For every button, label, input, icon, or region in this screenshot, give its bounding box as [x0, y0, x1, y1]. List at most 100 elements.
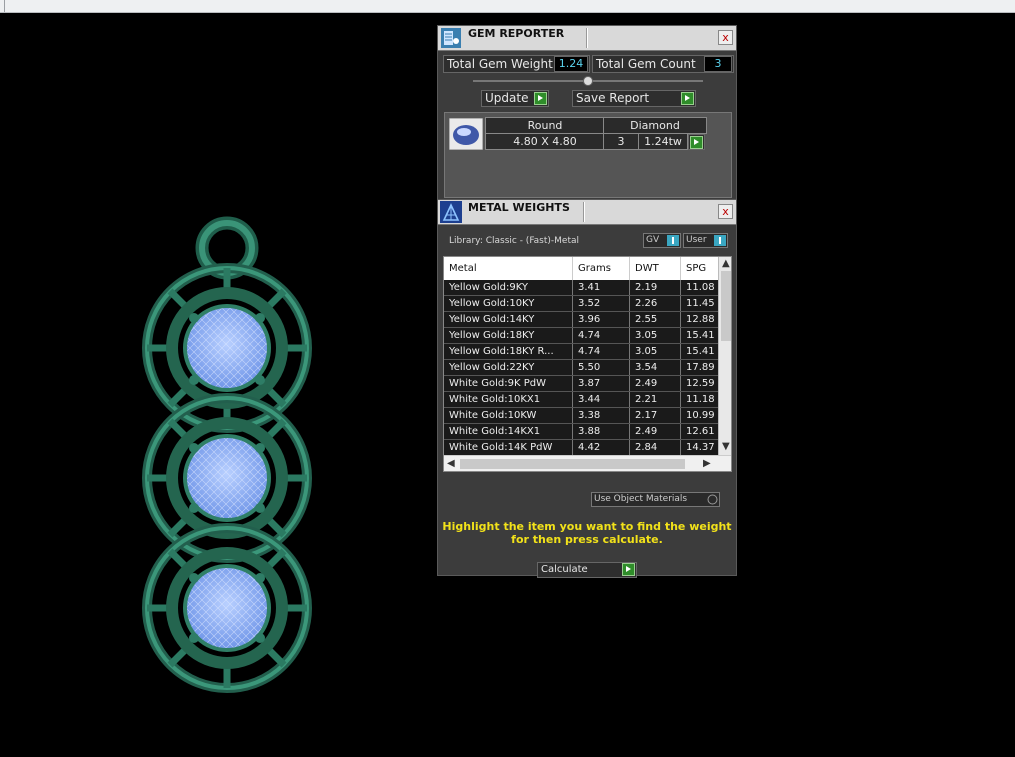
scroll-up-icon[interactable]: ▲ — [722, 258, 730, 270]
gem-reporter-title: GEM REPORTER — [468, 27, 565, 40]
horizontal-scrollbar[interactable]: ◀ ▶ — [444, 455, 731, 471]
horizontal-scroll-thumb[interactable] — [460, 459, 685, 469]
metal-weights-titlebar[interactable]: METAL WEIGHTS x — [438, 200, 736, 225]
save-report-button[interactable]: Save Report — [572, 90, 696, 107]
round-gem-icon[interactable] — [449, 118, 483, 150]
cell-metal: White Gold:10KW — [444, 408, 573, 423]
cell-metal: Yellow Gold:10KY — [444, 296, 573, 311]
table-row[interactable]: White Gold:10KW 3.38 2.17 10.99 — [444, 408, 721, 424]
cell-metal: White Gold:14K PdW — [444, 440, 573, 455]
table-row[interactable]: Yellow Gold:22KY 5.50 3.54 17.89 — [444, 360, 721, 376]
update-button[interactable]: Update — [481, 90, 549, 107]
total-gem-weight-text: Total Gem Weight — [447, 57, 553, 71]
use-object-materials-toggle[interactable]: Use Object Materials — [591, 492, 720, 507]
setting-bottom — [142, 523, 312, 693]
cell-dwt: 3.05 — [630, 328, 681, 343]
cell-dwt: 2.55 — [630, 312, 681, 327]
cell-metal: Yellow Gold:14KY — [444, 312, 573, 327]
metal-weights-icon — [440, 201, 462, 223]
table-row[interactable]: White Gold:10KX1 3.44 2.21 11.18 — [444, 392, 721, 408]
setting-top — [142, 263, 312, 433]
vertical-scroll-thumb[interactable] — [721, 271, 731, 341]
close-icon[interactable]: x — [718, 204, 733, 219]
cell-dwt: 2.21 — [630, 392, 681, 407]
cell-spg: 17.89 — [681, 360, 721, 375]
close-icon[interactable]: x — [718, 30, 733, 45]
save-report-label: Save Report — [576, 91, 650, 105]
cell-spg: 11.45 — [681, 296, 721, 311]
cell-dwt: 2.49 — [630, 424, 681, 439]
column-header-metal[interactable]: Metal — [444, 257, 573, 280]
table-row[interactable]: Yellow Gold:14KY 3.96 2.55 12.88 — [444, 312, 721, 328]
gem-weight-cell[interactable]: 1.24tw — [638, 133, 688, 150]
table-row[interactable]: Yellow Gold:18KY R... 4.74 3.05 15.41 — [444, 344, 721, 360]
gem-detail-button[interactable] — [688, 134, 705, 150]
table-row[interactable]: White Gold:14KX1 3.88 2.49 12.61 — [444, 424, 721, 440]
metal-weights-panel: METAL WEIGHTS x Library: Classic - (Fast… — [437, 199, 737, 578]
metal-weights-title: METAL WEIGHTS — [468, 201, 570, 214]
total-gem-count-text: Total Gem Count — [596, 57, 696, 71]
gv-label: GV — [646, 235, 660, 245]
total-gem-count-value: 3 — [704, 56, 732, 72]
table-row[interactable]: Yellow Gold:18KY 4.74 3.05 15.41 — [444, 328, 721, 344]
toolbar-edge — [0, 0, 5, 12]
gv-toggle[interactable]: GV — [643, 233, 681, 248]
gem-reporter-panel: GEM REPORTER x Total Gem Weight 1.24 Tot… — [437, 25, 737, 201]
cell-grams: 5.50 — [573, 360, 630, 375]
column-header-spg[interactable]: SPG — [681, 257, 721, 280]
gem-list-area: Round Diamond 4.80 X 4.80 3 1.24tw — [444, 112, 732, 198]
instruction-line-2: for then press calculate. — [511, 533, 663, 546]
calculate-label: Calculate — [541, 564, 588, 575]
cell-dwt: 2.26 — [630, 296, 681, 311]
column-header-dwt[interactable]: DWT — [630, 257, 681, 280]
gem-shape-cell[interactable]: Round — [485, 117, 605, 134]
cell-spg: 11.18 — [681, 392, 721, 407]
cell-dwt: 3.54 — [630, 360, 681, 375]
play-icon — [690, 136, 703, 149]
top-toolbar-strip — [0, 0, 1015, 13]
gem-count-cell[interactable]: 3 — [603, 133, 639, 150]
cell-grams: 3.87 — [573, 376, 630, 391]
table-row[interactable]: Yellow Gold:9KY 3.41 2.19 11.08 — [444, 280, 721, 296]
table-row[interactable]: Yellow Gold:10KY 3.52 2.26 11.45 — [444, 296, 721, 312]
table-row[interactable]: White Gold:9K PdW 3.87 2.49 12.59 — [444, 376, 721, 392]
gem-size-cell[interactable]: 4.80 X 4.80 — [485, 133, 605, 150]
update-label: Update — [485, 91, 529, 105]
cell-dwt: 2.19 — [630, 280, 681, 295]
cell-metal: White Gold:14KX1 — [444, 424, 573, 439]
gem-material-cell[interactable]: Diamond — [603, 117, 707, 134]
cell-metal: Yellow Gold:9KY — [444, 280, 573, 295]
cell-grams: 4.74 — [573, 344, 630, 359]
table-row[interactable]: White Gold:14K PdW 4.42 2.84 14.37 — [444, 440, 721, 456]
pendant-model[interactable] — [130, 208, 330, 703]
cell-spg: 15.41 — [681, 344, 721, 359]
cell-grams: 4.74 — [573, 328, 630, 343]
user-toggle[interactable]: User — [683, 233, 728, 248]
cell-spg: 15.41 — [681, 328, 721, 343]
scroll-right-icon[interactable]: ▶ — [703, 458, 711, 470]
total-gem-weight-value: 1.24 — [554, 56, 588, 72]
cell-grams: 3.41 — [573, 280, 630, 295]
cell-dwt: 2.17 — [630, 408, 681, 423]
cell-grams: 3.88 — [573, 424, 630, 439]
instruction-line-1: Highlight the item you want to find the … — [442, 520, 732, 533]
cell-spg: 12.88 — [681, 312, 721, 327]
vertical-scrollbar[interactable]: ▲ ▼ — [718, 257, 731, 455]
play-icon — [681, 92, 694, 105]
toggle-switch-icon — [714, 235, 726, 246]
calculate-button[interactable]: Calculate — [537, 562, 637, 578]
toggle-switch-icon — [667, 235, 679, 246]
user-label: User — [686, 235, 707, 245]
scroll-down-icon[interactable]: ▼ — [722, 441, 730, 453]
scroll-left-icon[interactable]: ◀ — [447, 458, 455, 470]
3d-viewport[interactable]: GEM REPORTER x Total Gem Weight 1.24 Tot… — [0, 13, 1015, 757]
gem-reporter-titlebar[interactable]: GEM REPORTER x — [438, 26, 736, 51]
cell-dwt: 2.49 — [630, 376, 681, 391]
panel-resize-handle[interactable] — [583, 76, 593, 86]
instruction-text: Highlight the item you want to find the … — [438, 520, 736, 546]
titlebar-divider — [586, 28, 588, 48]
cell-grams: 4.42 — [573, 440, 630, 455]
column-header-grams[interactable]: Grams — [573, 257, 630, 280]
metal-table[interactable]: Metal Grams DWT SPG Yellow Gold:9KY 3.41 2… — [443, 256, 732, 472]
use-object-materials-label: Use Object Materials — [594, 494, 688, 504]
